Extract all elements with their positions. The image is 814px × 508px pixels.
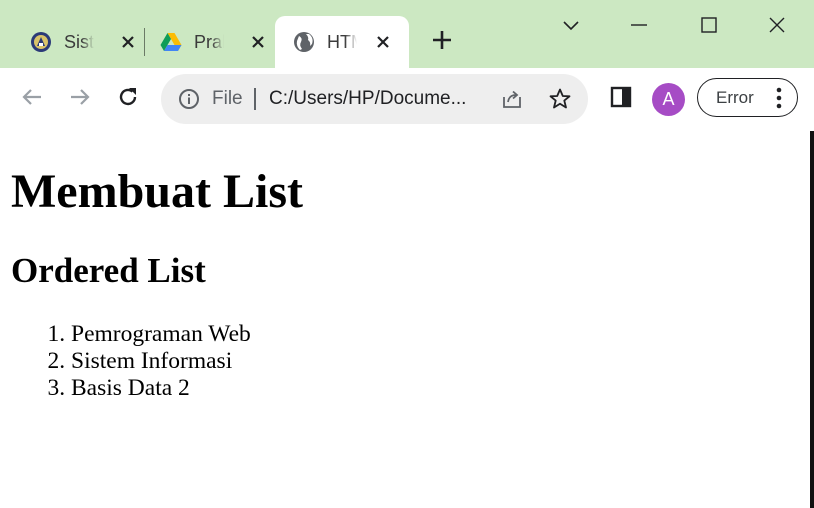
- chevron-down-icon: [562, 18, 580, 36]
- page-heading-h1: Membuat List: [11, 165, 303, 218]
- page-content: Membuat List Ordered List Pemrograman We…: [0, 131, 810, 508]
- url-scheme-label: File: [212, 88, 243, 109]
- back-button[interactable]: [17, 84, 47, 114]
- forward-arrow-icon: [68, 85, 92, 114]
- list-item: Sistem Informasi: [71, 348, 251, 375]
- minimize-button[interactable]: [619, 10, 659, 44]
- address-bar[interactable]: File C:/Users/HP/Docume...: [161, 74, 588, 124]
- browser-toolbar: File C:/Users/HP/Docume... A Error: [0, 68, 814, 132]
- forward-button[interactable]: [65, 84, 95, 114]
- maximize-icon: [700, 16, 718, 39]
- tab-divider: [144, 28, 145, 56]
- error-menu-button[interactable]: Error: [697, 78, 798, 117]
- tab-search-button[interactable]: [551, 10, 591, 44]
- university-seal-icon: [30, 31, 52, 53]
- window-close-button[interactable]: [757, 10, 797, 44]
- back-arrow-icon: [20, 85, 44, 114]
- url-text[interactable]: C:/Users/HP/Docume...: [269, 87, 489, 111]
- list-item: Basis Data 2: [71, 375, 251, 402]
- error-label: Error: [716, 88, 754, 107]
- info-icon[interactable]: [177, 87, 201, 111]
- maximize-button[interactable]: [689, 10, 729, 44]
- scheme-divider: [254, 88, 256, 110]
- tab-praktikum[interactable]: Prak: [160, 16, 270, 68]
- tab-sistem[interactable]: Siste: [30, 16, 140, 68]
- tab-title: Prak: [194, 31, 224, 52]
- tab-close-icon[interactable]: [246, 30, 270, 54]
- tab-close-icon[interactable]: [371, 30, 395, 54]
- reload-icon: [116, 85, 140, 114]
- kebab-menu-icon: [771, 87, 787, 109]
- ordered-list: Pemrograman Web Sistem Informasi Basis D…: [71, 321, 251, 402]
- profile-avatar[interactable]: A: [652, 83, 685, 116]
- new-tab-button[interactable]: [428, 30, 456, 54]
- tab-title: Siste: [64, 31, 94, 52]
- reload-button[interactable]: [113, 84, 143, 114]
- globe-icon: [293, 31, 315, 53]
- list-item: Pemrograman Web: [71, 321, 251, 348]
- google-drive-icon: [160, 31, 182, 53]
- star-icon[interactable]: [547, 86, 573, 112]
- close-icon: [768, 16, 786, 39]
- page-heading-h2: Ordered List: [11, 251, 206, 290]
- plus-icon: [431, 29, 453, 56]
- share-icon[interactable]: [499, 86, 525, 112]
- tab-close-icon[interactable]: [116, 30, 140, 54]
- tab-html-active[interactable]: HTML: [275, 16, 409, 68]
- tab-strip: Siste Prak HTML: [0, 0, 814, 68]
- side-panel-icon: [609, 85, 633, 114]
- minimize-icon: [630, 16, 648, 39]
- side-panel-button[interactable]: [607, 84, 635, 114]
- window-edge: [810, 131, 814, 508]
- tab-title: HTML: [327, 31, 357, 52]
